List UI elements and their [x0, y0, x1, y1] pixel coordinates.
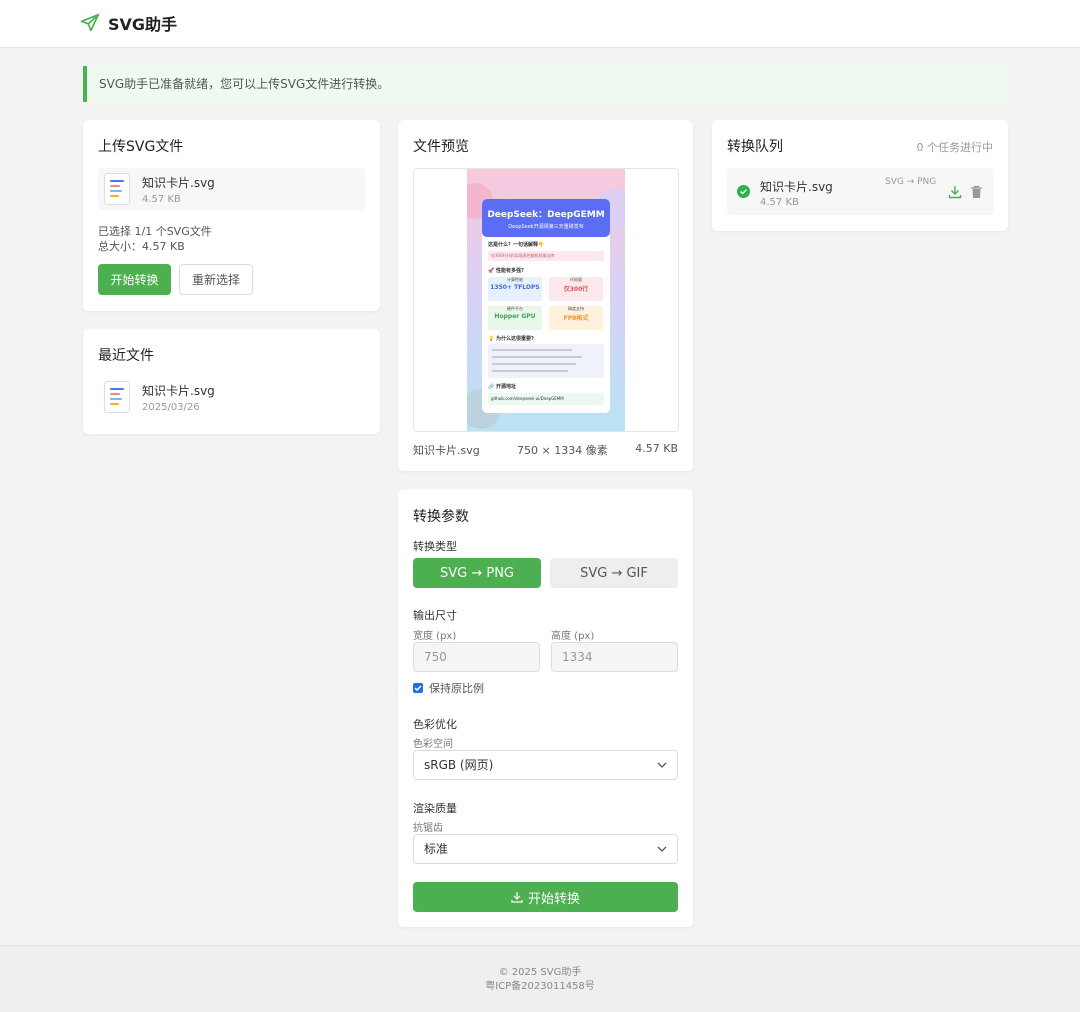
color-opt-label: 色彩优化: [413, 718, 457, 731]
download-icon[interactable]: [948, 185, 962, 199]
download-icon: [511, 892, 523, 903]
preview-file-name: 知识卡片.svg: [413, 444, 480, 457]
start-convert-button[interactable]: 开始转换: [98, 264, 171, 295]
metric-code: 代码量 仅300行: [549, 277, 603, 301]
success-check-icon: [737, 185, 750, 198]
upload-title: 上传SVG文件: [98, 139, 184, 155]
app-logo[interactable]: SVG助手: [80, 11, 177, 35]
reselect-button[interactable]: 重新选择: [179, 264, 253, 295]
params-title: 转换参数: [413, 509, 469, 525]
keep-ratio-option[interactable]: 保持原比例: [413, 680, 484, 696]
footer: © 2025 SVG助手 粤ICP备2023011458号: [0, 945, 1080, 1012]
metric-hardware: 硬件平台 Hopper GPU: [488, 306, 542, 330]
footer-icp[interactable]: 粤ICP备2023011458号: [0, 980, 1080, 994]
queue-item: 知识卡片.svg 4.57 KB SVG → PNG: [727, 168, 994, 215]
ready-notice: SVG助手已准备就绪，您可以上传SVG文件进行转换。: [83, 66, 1008, 102]
preview-q2: 🚀 性能有多强?: [488, 268, 524, 274]
selected-count: 已选择 1/1 个SVG文件: [98, 225, 212, 238]
recent-title: 最近文件: [98, 348, 154, 364]
queue-count: 0 个任务进行中: [916, 141, 994, 154]
width-label: 宽度 (px): [413, 631, 457, 642]
trash-icon[interactable]: [970, 185, 983, 199]
top-bar: SVG助手: [0, 0, 1080, 48]
preview-q3: 💡 为什么这很重要?: [488, 336, 534, 342]
preview-dimensions: 750 × 1334 像素: [517, 444, 608, 457]
preview-size: 4.57 KB: [635, 442, 678, 455]
params-card: 转换参数 转换类型 SVG → PNG SVG → GIF 输出尺寸 宽度 (p…: [398, 489, 693, 927]
queue-item-name: 知识卡片.svg: [760, 180, 833, 194]
chevron-down-icon: [657, 846, 667, 852]
color-space-select[interactable]: sRGB (网页): [413, 750, 678, 780]
output-size-label: 输出尺寸: [413, 609, 457, 622]
app-title: SVG助手: [108, 15, 178, 34]
queue-title: 转换队列: [727, 139, 783, 155]
metric-precision: 精度支持 FP8格式: [549, 306, 603, 330]
preview-header: DeepSeek：DeepGEMM DeepSeek开源周第三天重磅发布: [482, 199, 610, 237]
preview-title: 文件预览: [413, 139, 469, 155]
file-name: 知识卡片.svg: [142, 175, 215, 190]
check-icon: [414, 685, 422, 692]
antialias-select[interactable]: 标准: [413, 834, 678, 864]
file-size: 4.57 KB: [142, 193, 181, 205]
preview-subheading: DeepSeek开源周第三天重磅发布: [508, 224, 584, 230]
color-space-value: sRGB (网页): [424, 758, 494, 772]
footer-copyright: © 2025 SVG助手: [498, 967, 582, 978]
total-size: 总大小：4.57 KB: [98, 240, 185, 253]
convert-type-label: 转换类型: [413, 540, 457, 553]
chevron-down-icon: [657, 762, 667, 768]
type-png-button[interactable]: SVG → PNG: [413, 558, 541, 588]
paper-plane-icon: [80, 13, 100, 32]
recent-file-item[interactable]: 知识卡片.svg 2025/03/26: [104, 381, 215, 413]
height-label: 高度 (px): [551, 631, 595, 642]
height-input[interactable]: 1334: [551, 642, 678, 672]
color-space-label: 色彩空间: [413, 739, 453, 750]
quality-label: 渲染质量: [413, 802, 457, 815]
upload-card: 上传SVG文件 知识卡片.svg 4.57 KB 已选择 1/1 个SVG文件 …: [83, 120, 380, 311]
preview-image: DeepSeek：DeepGEMM DeepSeek开源周第三天重磅发布 这是什…: [467, 169, 625, 431]
recent-files-card: 最近文件 知识卡片.svg 2025/03/26: [83, 329, 380, 434]
queue-item-type: SVG → PNG: [885, 177, 937, 187]
keep-ratio-label: 保持原比例: [429, 682, 484, 695]
file-thumbnail-icon: [104, 173, 130, 205]
recent-file-name: 知识卡片.svg: [142, 383, 215, 398]
start-convert-main-label: 开始转换: [527, 891, 580, 907]
preview-q1: 这是什么？一句话解释👇: [488, 242, 545, 248]
preview-q4: 🔗 开源地址: [488, 384, 516, 390]
antialias-value: 标准: [424, 842, 449, 856]
preview-link: github.com/deepseek-ai/DeepGEMM: [488, 393, 604, 405]
file-thumbnail-icon: [104, 381, 130, 413]
type-gif-button[interactable]: SVG → GIF: [550, 558, 678, 588]
keep-ratio-checkbox[interactable]: [413, 683, 423, 693]
preview-frame: DeepSeek：DeepGEMM DeepSeek开源周第三天重磅发布 这是什…: [413, 168, 679, 432]
selected-file: 知识卡片.svg 4.57 KB: [98, 168, 365, 210]
queue-card: 转换队列 0 个任务进行中 知识卡片.svg 4.57 KB SVG → PNG: [712, 120, 1008, 231]
metric-compute: 计算性能 1350+ TFLOPS: [488, 277, 542, 301]
preview-card: 文件预览 DeepSeek：DeepGEMM DeepSeek开源周第三天重磅发…: [398, 120, 693, 471]
width-input[interactable]: 750: [413, 642, 540, 672]
recent-file-date: 2025/03/26: [142, 401, 200, 413]
preview-card-content: DeepSeek：DeepGEMM DeepSeek开源周第三天重磅发布 这是什…: [482, 199, 610, 413]
preview-heading: DeepSeek：DeepGEMM: [487, 210, 605, 220]
preview-line1: 仅300行代码实现高性能矩阵乘法库: [488, 251, 604, 261]
start-convert-main-button[interactable]: 开始转换: [413, 882, 678, 912]
antialias-label: 抗锯齿: [413, 823, 443, 834]
queue-item-size: 4.57 KB: [760, 197, 799, 208]
